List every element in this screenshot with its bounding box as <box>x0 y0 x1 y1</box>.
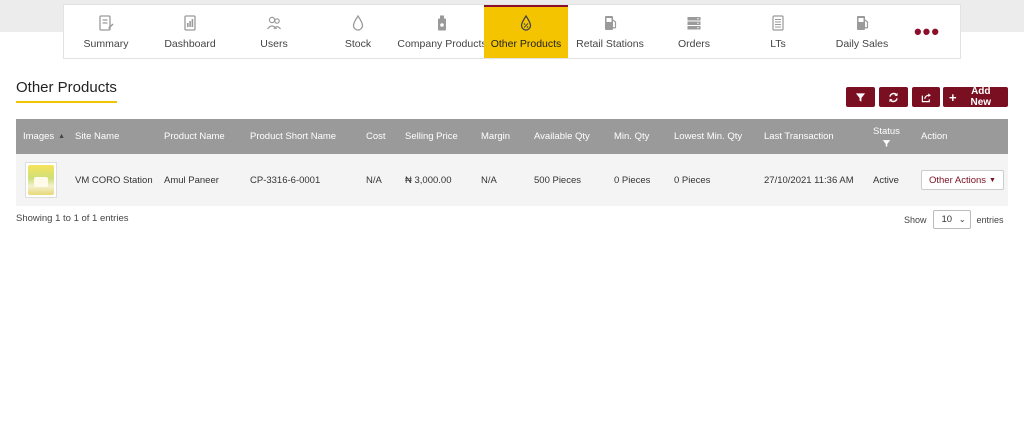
column-header-lowest-min-qty[interactable]: Lowest Min. Qty <box>674 119 742 154</box>
more-menu-button[interactable]: ••• <box>904 5 950 58</box>
nav-item-label: Retail Stations <box>576 38 644 50</box>
nav-item-lts[interactable]: LTs <box>736 5 820 58</box>
server-stack-icon <box>687 17 701 30</box>
filter-icon <box>855 92 866 102</box>
clipboard-edit-icon <box>99 15 114 31</box>
column-header-site-name[interactable]: Site Name <box>75 119 119 154</box>
top-navigation: Summary Dashboard Users Stock Company Pr… <box>63 4 961 59</box>
cell-action: Other Actions ▼ <box>921 154 1004 206</box>
column-header-last-transaction[interactable]: Last Transaction <box>764 119 834 154</box>
filter-button[interactable] <box>846 87 875 107</box>
nav-item-daily-sales[interactable]: Daily Sales <box>820 5 904 58</box>
column-header-action: Action <box>921 131 948 142</box>
other-actions-dropdown[interactable]: Other Actions ▼ <box>921 170 1004 190</box>
document-list-icon <box>772 15 784 31</box>
nav-item-retail-stations[interactable]: Retail Stations <box>568 5 652 58</box>
bottle-icon <box>438 15 446 31</box>
nav-item-label: Dashboard <box>164 38 216 50</box>
product-thumbnail[interactable] <box>25 162 57 198</box>
nav-item-other-products[interactable]: Other Products <box>484 5 568 58</box>
products-table: Images ▲ Site Name Product Name Product S… <box>16 119 1008 206</box>
sort-asc-icon: ▲ <box>58 133 66 140</box>
cell-min-qty: 0 Pieces <box>614 174 651 186</box>
nav-item-dashboard[interactable]: Dashboard <box>148 5 232 58</box>
nav-item-users[interactable]: Users <box>232 5 316 58</box>
cell-cost: N/A <box>366 174 382 186</box>
refresh-icon <box>889 92 898 102</box>
cell-available-qty: 500 Pieces <box>534 174 582 186</box>
page-size-value: 10 <box>941 214 953 225</box>
nav-item-orders[interactable]: Orders <box>652 5 736 58</box>
cell-short-name: CP-3316-6-0001 <box>250 174 321 186</box>
column-header-min-qty[interactable]: Min. Qty <box>614 119 649 154</box>
status-badge: Active <box>873 174 899 186</box>
cell-selling-price: ₦ 3,000.00 <box>405 174 452 186</box>
title-underline <box>16 101 117 103</box>
nav-item-label: Users <box>260 38 288 50</box>
product-image-cell <box>25 154 57 206</box>
column-header-images[interactable]: Images ▲ <box>23 119 65 154</box>
nav-item-label: Orders <box>677 38 711 50</box>
chart-document-icon <box>184 15 196 31</box>
page-size-select[interactable]: 10 ⌄ <box>932 210 971 229</box>
entries-info: Showing 1 to 1 of 1 entries <box>16 213 129 224</box>
add-new-button[interactable]: + Add New <box>943 86 1008 108</box>
export-icon <box>921 92 931 102</box>
nav-item-label: Stock <box>344 38 372 50</box>
product-package-image <box>28 165 54 195</box>
column-header-cost[interactable]: Cost <box>366 119 386 154</box>
filter-icon[interactable] <box>882 139 891 148</box>
plus-icon: + <box>949 89 957 105</box>
export-button[interactable] <box>912 87 940 107</box>
nav-item-summary[interactable]: Summary <box>64 5 148 58</box>
cell-last-transaction: 27/10/2021 11:36 AM <box>764 174 854 186</box>
add-new-label: Add New <box>970 86 992 108</box>
fuel-pump-icon <box>605 16 617 30</box>
other-actions-label: Other Actions <box>929 174 987 186</box>
nav-item-company-products[interactable]: Company Products <box>397 5 487 58</box>
nav-item-label: Summary <box>83 38 129 50</box>
cell-product-name: Amul Paneer <box>164 174 219 186</box>
nav-item-stock[interactable]: Stock <box>316 5 400 58</box>
nav-item-label: Other Products <box>490 38 562 50</box>
column-header-selling-price[interactable]: Selling Price <box>405 119 458 154</box>
refresh-button[interactable] <box>879 87 908 107</box>
entries-label: entries <box>976 214 1004 225</box>
drop-percent-icon <box>520 14 532 31</box>
cell-lowest-min-qty: 0 Pieces <box>674 174 711 186</box>
table-header: Images ▲ Site Name Product Name Product S… <box>16 119 1008 154</box>
cell-margin: N/A <box>481 174 497 186</box>
column-header-margin[interactable]: Margin <box>481 119 510 154</box>
drop-icon <box>352 14 364 31</box>
table-row: VM CORO Station Amul Paneer CP-3316-6-00… <box>16 154 1008 206</box>
column-header-status[interactable]: Status <box>873 119 900 154</box>
users-icon <box>267 16 281 30</box>
show-label: Show <box>904 214 927 225</box>
nav-item-label: LTs <box>770 38 786 50</box>
cell-site-name: VM CORO Station <box>75 174 153 186</box>
column-header-available-qty[interactable]: Available Qty <box>534 119 590 154</box>
column-header-product-name[interactable]: Product Name <box>164 119 225 154</box>
column-header-product-short-name[interactable]: Product Short Name <box>250 119 336 154</box>
chevron-down-icon: ⌄ <box>958 215 966 224</box>
fuel-pump-icon <box>857 16 869 30</box>
nav-item-label: Company Products <box>397 38 487 50</box>
caret-down-icon: ▼ <box>989 176 996 184</box>
nav-item-label: Daily Sales <box>835 38 889 50</box>
page-size-control: Show 10 ⌄ entries <box>904 210 1004 229</box>
page-title: Other Products <box>16 79 117 96</box>
